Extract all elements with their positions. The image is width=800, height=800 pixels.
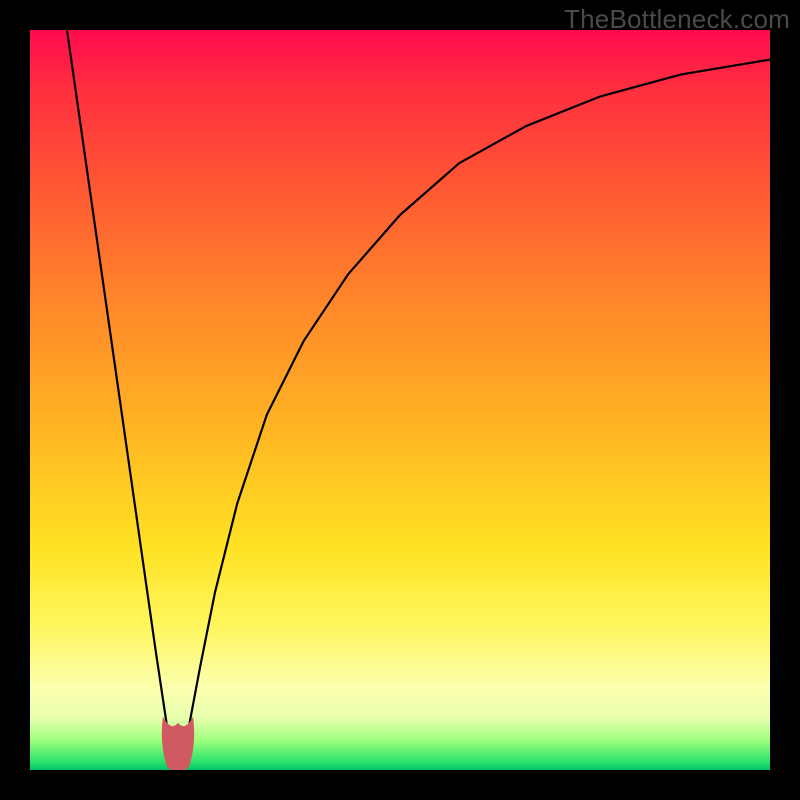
chart-frame: TheBottleneck.com	[0, 0, 800, 800]
bottleneck-curve	[67, 30, 770, 770]
plot-area	[30, 30, 770, 770]
watermark-text: TheBottleneck.com	[564, 4, 790, 35]
curve-svg	[30, 30, 770, 770]
sweet-spot-blob	[162, 718, 193, 770]
